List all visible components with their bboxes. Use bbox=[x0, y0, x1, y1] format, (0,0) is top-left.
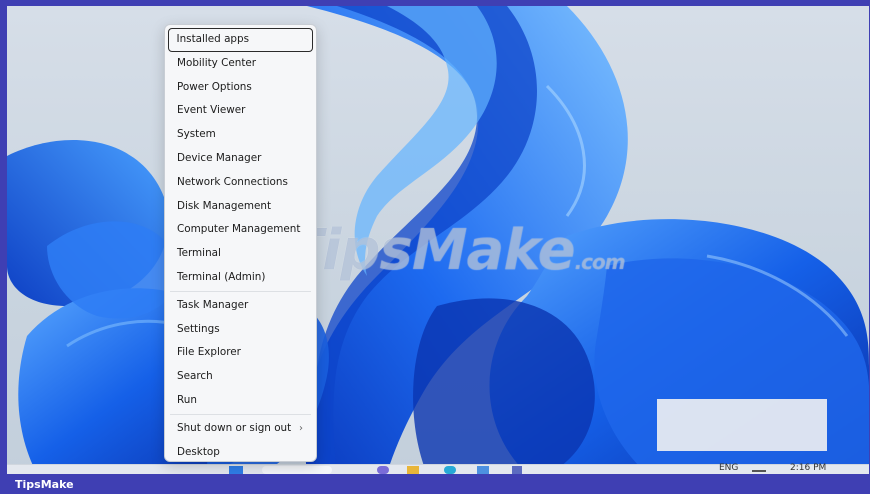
app-icon[interactable] bbox=[512, 466, 522, 474]
menu-item-power-options[interactable]: Power Options bbox=[168, 76, 313, 100]
menu-item-label: File Explorer bbox=[177, 346, 241, 359]
menu-item-label: Computer Management bbox=[177, 223, 301, 236]
menu-item-mobility-center[interactable]: Mobility Center bbox=[168, 52, 313, 76]
menu-item-computer-management[interactable]: Computer Management bbox=[168, 218, 313, 242]
menu-item-label: Task Manager bbox=[177, 298, 249, 311]
menu-body: Installed apps Mobility Center Power Optio… bbox=[168, 28, 313, 464]
footer-bar: TipsMake bbox=[0, 474, 870, 494]
menu-item-event-viewer[interactable]: Event Viewer bbox=[168, 99, 313, 123]
menu-item-label: Terminal (Admin) bbox=[177, 270, 266, 283]
menu-item-label: System bbox=[177, 128, 216, 141]
menu-item-label: Run bbox=[177, 393, 197, 406]
menu-item-label: Search bbox=[177, 370, 213, 383]
language-indicator[interactable]: ENG bbox=[719, 463, 738, 473]
menu-separator bbox=[170, 413, 311, 415]
menu-item-settings[interactable]: Settings bbox=[168, 318, 313, 342]
menu-item-shut-down[interactable]: Shut down or sign out › bbox=[168, 417, 313, 441]
menu-item-terminal-admin[interactable]: Terminal (Admin) bbox=[168, 266, 313, 290]
taskview-icon[interactable] bbox=[377, 466, 389, 474]
brand-label: TipsMake bbox=[15, 478, 74, 491]
menu-item-file-explorer[interactable]: File Explorer bbox=[168, 341, 313, 365]
taskbar: ENG 2:16 PM bbox=[7, 463, 869, 474]
menu-item-terminal[interactable]: Terminal bbox=[168, 242, 313, 266]
menu-item-label: Desktop bbox=[177, 445, 220, 458]
menu-item-disk-management[interactable]: Disk Management bbox=[168, 195, 313, 219]
file-explorer-icon[interactable] bbox=[407, 466, 419, 474]
menu-item-network-connections[interactable]: Network Connections bbox=[168, 171, 313, 195]
menu-item-label: Device Manager bbox=[177, 151, 262, 164]
menu-item-run[interactable]: Run bbox=[168, 389, 313, 413]
desktop-screen: TipsMake.com ENG 2:16 PM Installed apps M… bbox=[7, 6, 869, 474]
watermark-text: TipsMake bbox=[285, 218, 576, 283]
menu-item-task-manager[interactable]: Task Manager bbox=[168, 294, 313, 318]
menu-item-label: Terminal bbox=[177, 247, 221, 260]
menu-item-device-manager[interactable]: Device Manager bbox=[168, 147, 313, 171]
menu-item-label: Disk Management bbox=[177, 199, 272, 212]
menu-item-search[interactable]: Search bbox=[168, 365, 313, 389]
menu-separator bbox=[170, 290, 311, 292]
menu-item-label: Network Connections bbox=[177, 175, 288, 188]
menu-item-desktop[interactable]: Desktop bbox=[168, 441, 313, 465]
menu-item-label: Settings bbox=[177, 322, 220, 335]
watermark-suffix: .com bbox=[574, 250, 626, 274]
menu-item-installed-apps[interactable]: Installed apps bbox=[168, 28, 313, 52]
network-icon[interactable] bbox=[752, 470, 766, 472]
clock[interactable]: 2:16 PM bbox=[790, 463, 826, 473]
start-icon[interactable] bbox=[229, 466, 243, 474]
menu-item-system[interactable]: System bbox=[168, 123, 313, 147]
menu-item-label: Event Viewer bbox=[177, 104, 246, 117]
store-icon[interactable] bbox=[477, 466, 489, 474]
edge-icon[interactable] bbox=[444, 466, 456, 474]
search-box[interactable] bbox=[262, 466, 332, 474]
chevron-right-icon: › bbox=[299, 422, 303, 434]
winx-context-menu: Installed apps Mobility Center Power Optio… bbox=[164, 24, 317, 462]
menu-item-label: Power Options bbox=[177, 80, 252, 93]
menu-item-label: Shut down or sign out bbox=[177, 421, 292, 434]
blurred-overlay bbox=[657, 399, 827, 451]
tipsmake-watermark: TipsMake.com bbox=[285, 218, 626, 283]
menu-item-label: Mobility Center bbox=[177, 56, 257, 69]
menu-item-label: Installed apps bbox=[176, 33, 250, 45]
